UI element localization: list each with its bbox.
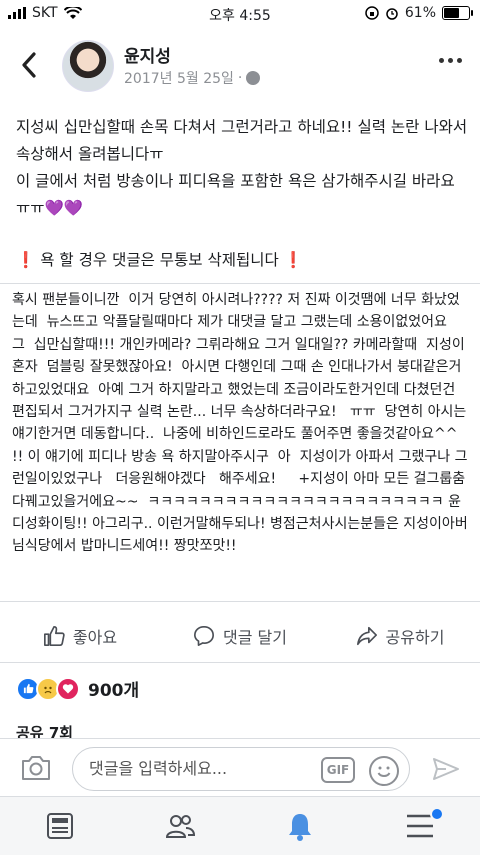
purple-heart-icons: 💜💜	[44, 199, 84, 217]
comment-label: 댓글 달기	[223, 628, 287, 647]
orientation-lock-icon	[365, 6, 379, 20]
meta-separator: ·	[237, 70, 243, 86]
share-arrow-icon	[356, 626, 377, 646]
dot-icon	[457, 58, 462, 63]
bottom-tab-bar	[0, 796, 480, 855]
reaction-count: 900개	[88, 681, 140, 701]
emoji-button[interactable]	[369, 756, 399, 786]
notification-dot	[430, 807, 444, 821]
shared-comment: 혹시 팬분들이니깐 이거 당연히 아시려나???? 저 진짜 이것땜에 너무 화…	[0, 285, 480, 601]
like-label: 좋아요	[72, 628, 118, 647]
exclamation-icon: ❗	[16, 251, 36, 269]
author-name[interactable]: 윤지성	[124, 42, 171, 67]
tab-news-feed[interactable]	[0, 797, 120, 855]
send-icon[interactable]	[432, 757, 460, 781]
tab-notifications[interactable]	[240, 797, 360, 855]
status-bar: SKT 오후 4:55 61%	[0, 0, 480, 28]
battery-percent: 61%	[404, 5, 436, 21]
battery-icon	[442, 6, 473, 20]
divider	[0, 662, 480, 663]
warning-line: ❗ 욕 할 경우 댓글은 무통보 삭제됩니다 ❗	[16, 247, 468, 274]
tab-menu[interactable]	[360, 797, 480, 855]
love-reaction-icon	[56, 676, 80, 701]
post-line-2: 이 글에서 처럼 방송이나 피디욕을 포함한 욕은 삼가해주시길 바라요ㅠㅠ💜💜	[16, 168, 468, 222]
back-arrow-icon[interactable]	[18, 50, 42, 80]
comment-input[interactable]	[87, 758, 311, 779]
alarm-icon	[386, 8, 398, 20]
exclamation-icon: ❗	[283, 251, 304, 269]
avatar[interactable]	[62, 40, 114, 92]
comment-button[interactable]: 댓글 달기	[160, 614, 320, 658]
thumbs-up-icon	[43, 626, 65, 646]
post-header: 윤지성 2017년 5월 25일 ·	[0, 36, 480, 96]
shared-comment-text: 혹시 팬분들이니깐 이거 당연히 아시려나???? 저 진짜 이것땜에 너무 화…	[12, 292, 470, 555]
camera-icon[interactable]	[20, 755, 52, 781]
divider	[0, 283, 480, 284]
bell-icon	[289, 814, 311, 841]
dot-icon	[448, 58, 453, 63]
like-button[interactable]: 좋아요	[0, 614, 160, 658]
reaction-summary[interactable]: 900개	[16, 676, 139, 701]
post-meta: 2017년 5월 25일 ·	[124, 68, 261, 88]
friends-icon	[165, 815, 196, 838]
comment-composer: GIF	[0, 738, 480, 797]
post-line-1: 지성씨 십만십할때 손목 다쳐서 그런거라고 하네요!! 실력 논란 나와서 속…	[16, 118, 468, 163]
post-date[interactable]: 2017년 5월 25일	[124, 68, 234, 88]
divider	[0, 601, 480, 602]
dot-icon	[439, 58, 444, 63]
comment-bubble-icon	[194, 626, 215, 646]
warning-text: 욕 할 경우 댓글은 무통보 삭제됩니다	[40, 251, 279, 269]
comment-input-wrapper: GIF	[72, 747, 410, 791]
news-feed-icon	[47, 813, 73, 839]
gif-button[interactable]: GIF	[321, 757, 355, 783]
globe-icon	[246, 71, 261, 85]
share-label: 공유하기	[385, 628, 445, 647]
more-options-button[interactable]	[439, 58, 462, 63]
share-button[interactable]: 공유하기	[320, 614, 480, 658]
post-actions: 좋아요 댓글 달기 공유하기	[0, 614, 480, 658]
post-body: 지성씨 십만십할때 손목 다쳐서 그런거라고 하네요!! 실력 논란 나와서 속…	[16, 114, 468, 274]
tab-friends[interactable]	[120, 797, 240, 855]
smiley-icon	[377, 766, 391, 777]
